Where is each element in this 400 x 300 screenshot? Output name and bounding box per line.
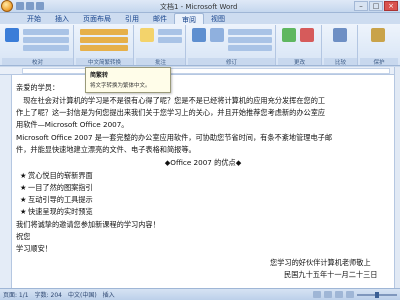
doc-paragraph1-line2: 作上了呢？这一封信是为何您提出来我们关于您学习上的关心，并且开始推荐您考虑新的办… (16, 108, 326, 117)
title-bar: 文档1 - Microsoft Word – □ × (0, 0, 400, 13)
doc-signature: 您学习的好伙伴计算机老师敬上 (270, 258, 371, 267)
tab-page-layout[interactable]: 页面布局 (76, 13, 118, 24)
group-label-comments: 批注 (136, 58, 185, 66)
vertical-ruler (0, 75, 12, 288)
doc-heading-text: Office 2007 的优点 (170, 158, 236, 167)
compare-icon[interactable] (333, 28, 347, 42)
group-proofing: 校对 (2, 25, 74, 66)
outline-view-icon[interactable] (346, 291, 354, 298)
document-page[interactable]: 亲爱的学员： 现在社会对计算机的学习是不是很有心得了呢？您是不是已经将计算机的应… (12, 75, 394, 288)
to-traditional-button[interactable] (80, 37, 128, 43)
reviewing-pane-button[interactable] (228, 45, 272, 51)
group-chinese-conversion: 中文简繁转换 (76, 25, 134, 66)
tooltip-popup: 简繁转 将文字转换为繁体中文。 (85, 67, 171, 93)
accept-icon[interactable] (282, 28, 296, 42)
tab-view[interactable]: 视图 (204, 13, 232, 24)
doc-bullet: ★ 一目了然的图案指引 (20, 183, 93, 192)
doc-closing2: 祝您 (16, 232, 31, 241)
print-layout-view-icon[interactable] (313, 291, 321, 298)
new-comment-icon[interactable] (140, 28, 154, 42)
doc-greeting: 亲爱的学员： (16, 83, 60, 92)
minimize-button[interactable]: – (354, 1, 368, 11)
status-language[interactable]: 中文(中国) (68, 290, 97, 299)
maximize-button[interactable]: □ (369, 1, 383, 11)
group-label-compare: 比较 (324, 58, 357, 66)
window-controls: – □ × (354, 1, 398, 11)
doc-paragraph2-line1: Microsoft Office 2007 是一套完整的办公室应用软件，可协助您… (16, 133, 333, 142)
display-for-review-dropdown[interactable] (228, 29, 272, 35)
group-label-chinese-conversion: 中文简繁转换 (76, 58, 133, 66)
tab-home[interactable]: 开始 (20, 13, 48, 24)
doc-bullet: ★ 快速呈现的实时预览 (20, 207, 93, 216)
save-icon[interactable] (16, 2, 24, 10)
doc-paragraph1-line1: 现在社会对计算机的学习是不是很有心得了呢？您是不是已经将计算机的应用充分发挥在您… (16, 96, 326, 105)
ribbon: 校对 中文简繁转换 批注 修订 更改 比较 保护 (0, 24, 400, 66)
group-compare: 比较 (324, 25, 358, 66)
star-bullet-icon: ★ (20, 171, 27, 180)
group-label-proofing: 校对 (2, 58, 73, 66)
zoom-slider-thumb[interactable] (375, 291, 379, 298)
group-label-protect: 保护 (360, 58, 398, 66)
doc-closing1: 我们将诚挚的邀请您参加新课程的学习内容！ (16, 220, 160, 229)
vertical-scrollbar[interactable] (394, 67, 400, 288)
group-protect: 保护 (360, 25, 398, 66)
full-screen-view-icon[interactable] (324, 291, 332, 298)
spelling-icon[interactable] (5, 28, 19, 42)
group-label-changes: 更改 (278, 58, 321, 66)
tab-review[interactable]: 审阅 (174, 13, 204, 24)
web-layout-view-icon[interactable] (335, 291, 343, 298)
group-comments: 批注 (136, 25, 186, 66)
thesaurus-button[interactable] (23, 37, 69, 43)
group-label-tracking: 修订 (188, 58, 275, 66)
track-changes-icon[interactable] (192, 28, 206, 42)
status-page[interactable]: 页面: 1/1 (3, 290, 29, 299)
tooltip-description: 将文字转换为繁体中文。 (90, 83, 151, 89)
doc-closing3: 学习顺安！ (16, 244, 52, 253)
group-changes: 更改 (278, 25, 322, 66)
view-controls (313, 291, 397, 298)
horizontal-ruler (0, 67, 400, 75)
close-button[interactable]: × (384, 1, 398, 11)
ribbon-tabs: 开始 插入 页面布局 引用 邮件 审阅 视图 (0, 13, 400, 24)
to-simplified-button[interactable] (80, 29, 128, 35)
convert-button[interactable] (80, 45, 128, 51)
balloons-icon[interactable] (210, 28, 224, 42)
delete-comment-button[interactable] (158, 29, 182, 35)
window-title: 文档1 - Microsoft Word (160, 3, 238, 11)
tab-insert[interactable]: 插入 (48, 13, 76, 24)
protect-document-icon[interactable] (371, 28, 385, 42)
status-mode[interactable]: 插入 (103, 290, 115, 299)
zoom-slider[interactable] (357, 291, 397, 298)
office-button[interactable] (1, 0, 13, 12)
reject-icon[interactable] (300, 28, 314, 42)
undo-icon[interactable] (26, 2, 34, 10)
redo-icon[interactable] (36, 2, 44, 10)
tab-mailings[interactable]: 邮件 (146, 13, 174, 24)
group-tracking: 修订 (188, 25, 276, 66)
status-bar: 页面: 1/1 字数: 204 中文(中国) 插入 (0, 288, 400, 300)
doc-paragraph1-line3: 用软件—Microsoft Office 2007。 (16, 120, 129, 129)
status-words[interactable]: 字数: 204 (35, 290, 62, 299)
research-button[interactable] (23, 29, 69, 35)
show-markup-button[interactable] (228, 37, 272, 43)
doc-paragraph2-line2: 件，并能显快速地建立漂亮的文件、电子表格和简报等。 (16, 145, 196, 154)
doc-date: 民国九十五年十一月二十三日 (284, 270, 378, 279)
star-bullet-icon: ★ (20, 195, 27, 204)
doc-bullet: ★ 互动引导的工具提示 (20, 195, 93, 204)
quick-access-toolbar (16, 2, 44, 10)
translate-button[interactable] (23, 45, 69, 51)
previous-comment-button[interactable] (158, 37, 182, 43)
tooltip-title: 简繁转 (90, 72, 109, 79)
tab-references[interactable]: 引用 (118, 13, 146, 24)
doc-bullet: ★ 赏心悦目的崭新界面 (20, 171, 93, 180)
doc-heading: ◆Office 2007 的优点◆ (164, 158, 242, 167)
star-bullet-icon: ★ (20, 207, 27, 216)
star-bullet-icon: ★ (20, 183, 27, 192)
